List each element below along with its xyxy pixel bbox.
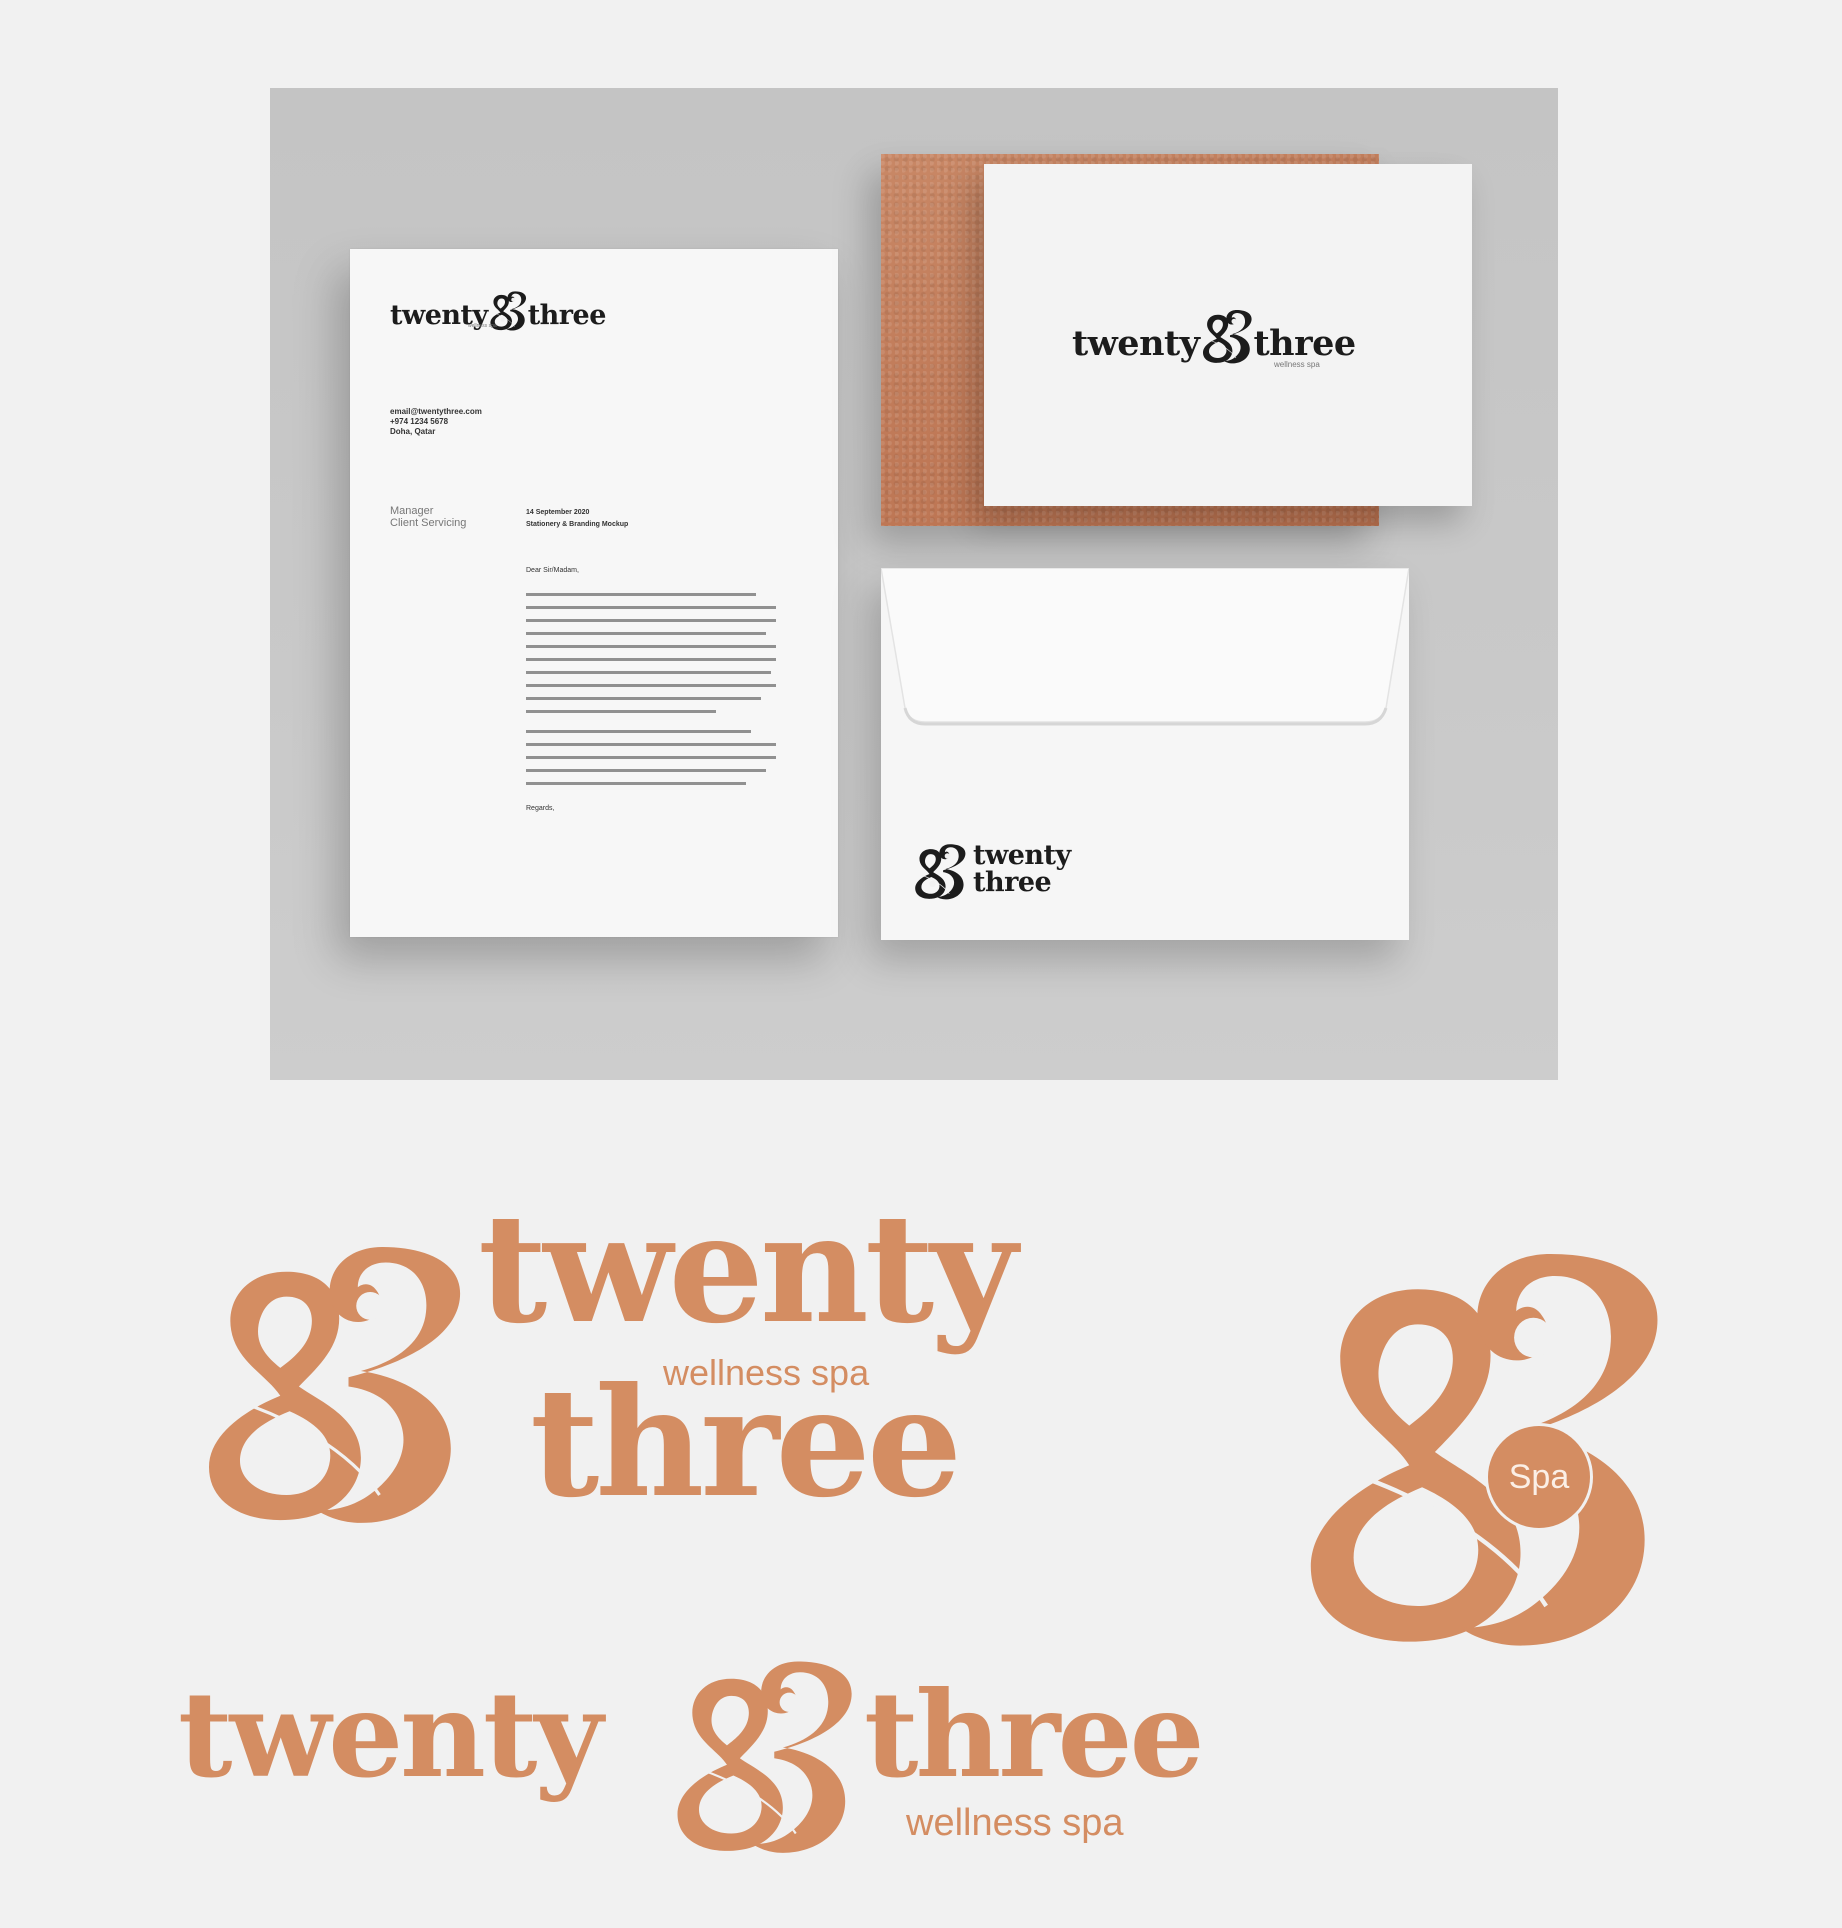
recipient-block: Manager Client Servicing: [390, 505, 466, 529]
letter-body-paragraph-2: [526, 730, 776, 795]
recipient-dept: Client Servicing: [390, 517, 467, 529]
envelope-flap: [881, 568, 1409, 726]
address-email: email@twentythree.com: [390, 407, 482, 416]
stationery-mockup-photo: twenty three wellness spa email@twentyth…: [270, 88, 1558, 1080]
letter-body-paragraph-1: [526, 593, 776, 723]
horizontal-logo-word-twenty: twenty: [178, 1665, 603, 1804]
monogram-spa-mark: Spa: [1268, 1210, 1696, 1650]
letterhead-logo: twenty three: [390, 287, 606, 331]
business-card: twenty three wellness spa: [984, 164, 1472, 506]
letter-date: 14 September 2020: [526, 509, 590, 516]
card-logo-word-three: three: [1253, 323, 1357, 364]
ampersand-23-monogram-icon: [1268, 1210, 1696, 1650]
ampersand-23-monogram-icon: [1197, 304, 1257, 364]
horizontal-logo-word-three: three: [864, 1665, 1205, 1804]
logo-word-three: three: [527, 300, 607, 331]
horizontal-logo-tagline: wellness spa: [906, 1802, 1124, 1844]
spa-badge: Spa: [1488, 1426, 1590, 1528]
address-city: Doha, Qatar: [390, 427, 436, 436]
stacked-logo-orange: twenty wellness spa three: [178, 1194, 1058, 1531]
stacked-logo-word-three: three: [530, 1355, 962, 1531]
ampersand-23-monogram-icon: [909, 838, 971, 900]
date-subject-block: 14 September 2020 Stationery & Branding …: [526, 507, 628, 531]
horizontal-logo-orange: twenty three wellness spa: [178, 1640, 1278, 1880]
envelope: twenty three: [881, 568, 1409, 940]
letterhead-tagline: wellness spa: [468, 323, 497, 329]
letterhead-sheet: twenty three wellness spa email@twentyth…: [350, 249, 838, 937]
letterhead-address: email@twentythree.com +974 1234 5678 Doh…: [390, 407, 482, 437]
address-phone: +974 1234 5678: [390, 417, 449, 426]
envelope-logo: twenty three: [909, 838, 1071, 900]
ampersand-23-monogram-icon: [656, 1640, 871, 1855]
card-tagline: wellness spa: [1274, 360, 1320, 369]
card-logo-word-twenty: twenty: [1072, 323, 1200, 364]
spa-badge-label: Spa: [1508, 1457, 1570, 1496]
ampersand-23-monogram-icon: [178, 1216, 488, 1526]
stacked-logo-word-twenty: twenty: [478, 1181, 1017, 1357]
card-logo: twenty three: [1072, 304, 1356, 364]
letter-closing: Regards,: [526, 805, 555, 812]
recipient-title: Manager: [390, 505, 434, 517]
letter-salutation: Dear Sir/Madam,: [526, 567, 579, 574]
letter-subject: Stationery & Branding Mockup: [526, 521, 629, 528]
envelope-logo-word-twenty: twenty: [973, 840, 1071, 871]
envelope-logo-word-three: three: [973, 867, 1052, 898]
